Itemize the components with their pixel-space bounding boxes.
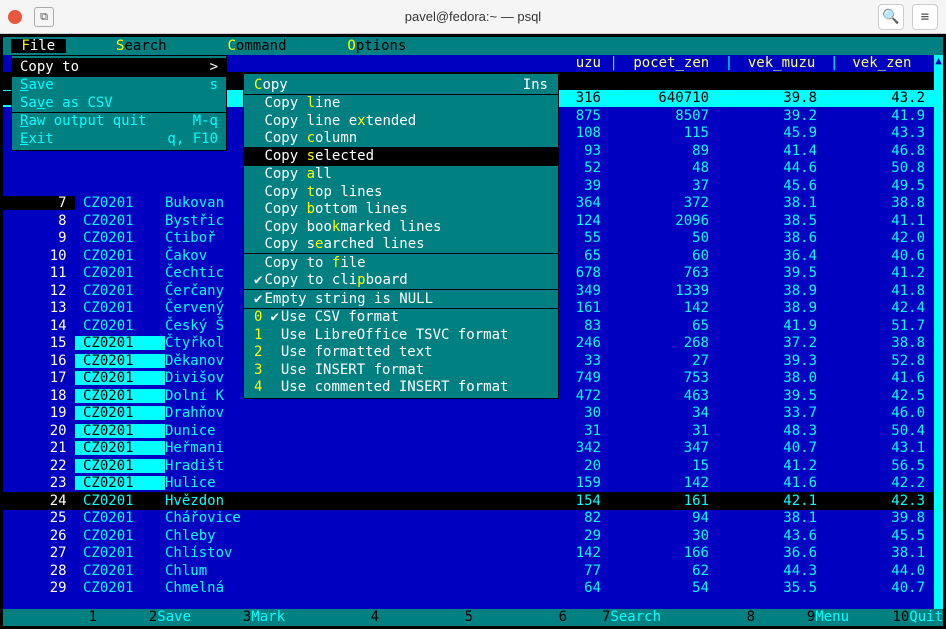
- footer: 12Save3Mark4567Search89Menu10Quit: [3, 609, 943, 627]
- hamburger-icon[interactable]: ≡: [912, 4, 938, 30]
- copy-menu-format[interactable]: 3 Use INSERT format: [244, 361, 558, 379]
- table-row[interactable]: 22 CZ0201 Hradišt 20 15 41.2 56.5: [3, 457, 943, 475]
- table-row[interactable]: 28 CZ0201 Chlum 77 62 44.3 44.0: [3, 562, 943, 580]
- terminal-area: File Search Command Options uzu | pocet_…: [0, 34, 946, 629]
- copy-menu-format[interactable]: 1 Use LibreOffice TSVC format: [244, 326, 558, 344]
- search-icon[interactable]: 🔍: [878, 4, 904, 30]
- menu-item-raw-quit[interactable]: Raw output quitM-q: [12, 113, 226, 131]
- copy-menu-item[interactable]: Copy line extended: [244, 112, 558, 130]
- footer-key-8[interactable]: 8: [661, 610, 755, 624]
- menu-item-save[interactable]: Saves: [12, 77, 226, 95]
- footer-key-3[interactable]: 3Mark: [191, 610, 285, 624]
- menu-item-save-csv[interactable]: Save as CSV: [12, 94, 226, 112]
- menu-ommand[interactable]: Command: [217, 39, 297, 53]
- copy-menu-item[interactable]: Copy searched lines: [244, 236, 558, 254]
- table-row[interactable]: 21 CZ0201 Heřmani 342 347 40.7 43.1: [3, 440, 943, 458]
- window-titlebar: ⧉ pavel@fedora:~ — psql 🔍 ≡: [0, 0, 946, 34]
- copy-submenu: CopyIns Copy line Copy line extended Cop…: [243, 73, 559, 399]
- window-title: pavel@fedora:~ — psql: [0, 9, 946, 24]
- col-header-muzu: uzu: [493, 56, 601, 70]
- copy-menu-format[interactable]: 0✔Use CSV format: [244, 309, 558, 327]
- footer-key-4[interactable]: 4: [285, 610, 379, 624]
- menubar[interactable]: File Search Command Options: [3, 37, 943, 55]
- col-header-vek-muzu: vek_muzu: [742, 56, 822, 70]
- menu-item-exit[interactable]: Exitq, F10: [12, 130, 226, 148]
- scrollbar[interactable]: ▲: [934, 55, 943, 609]
- copy-menu-item[interactable]: Copy top lines: [244, 183, 558, 201]
- table-row[interactable]: 20 CZ0201 Dunice 31 31 48.3 50.4: [3, 422, 943, 440]
- footer-key-2[interactable]: 2Save: [97, 610, 191, 624]
- footer-key-9[interactable]: 9Menu: [755, 610, 849, 624]
- copy-menu-format[interactable]: 2 Use formatted text: [244, 344, 558, 362]
- menu-ptions[interactable]: Options: [337, 39, 417, 53]
- footer-key-5[interactable]: 5: [379, 610, 473, 624]
- menu-item-copy-to[interactable]: Copy to>: [12, 58, 226, 76]
- col-header-vek-zen: vek_zen: [847, 56, 917, 70]
- menu-earch[interactable]: Search: [106, 39, 177, 53]
- copy-menu-item[interactable]: Copy line: [244, 95, 558, 113]
- copy-menu-item[interactable]: Copy bottom lines: [244, 201, 558, 219]
- table-row[interactable]: 26 CZ0201 Chleby 29 30 43.6 45.5: [3, 527, 943, 545]
- new-tab-icon[interactable]: ⧉: [34, 7, 54, 27]
- table-row[interactable]: 23 CZ0201 Hulice 159 142 41.6 42.2: [3, 475, 943, 493]
- table-row[interactable]: 29 CZ0201 Chmelná 64 54 35.5 40.7: [3, 580, 943, 598]
- footer-key-7[interactable]: 7Search: [567, 610, 661, 624]
- copy-menu-title[interactable]: CopyIns: [244, 76, 558, 94]
- close-icon[interactable]: [8, 10, 22, 24]
- scroll-up-icon[interactable]: ▲: [934, 55, 943, 66]
- copy-menu-format[interactable]: 4 Use commented INSERT format: [244, 379, 558, 397]
- menu-ile[interactable]: File: [11, 39, 66, 53]
- copy-menu-item[interactable]: Copy all: [244, 166, 558, 184]
- footer-key-6[interactable]: 6: [473, 610, 567, 624]
- copy-menu-item[interactable]: Copy to file: [244, 254, 558, 272]
- table-row[interactable]: 24 CZ0201 Hvězdon 154 161 42.1 42.3: [3, 492, 943, 510]
- copy-menu-item[interactable]: Copy bookmarked lines: [244, 218, 558, 236]
- table-row[interactable]: 19 CZ0201 Drahňov 30 34 33.7 46.0: [3, 405, 943, 423]
- copy-menu-item[interactable]: ✔Copy to clipboard: [244, 272, 558, 290]
- copy-menu-item[interactable]: Copy selected: [244, 147, 558, 165]
- footer-key-10[interactable]: 10Quit: [849, 610, 943, 624]
- table-row[interactable]: 27 CZ0201 Chlístov 142 166 36.6 38.1: [3, 545, 943, 563]
- footer-key-1[interactable]: 1: [3, 610, 97, 624]
- file-menu: Copy to> Saves Save as CSV Raw output qu…: [11, 55, 227, 151]
- table-row[interactable]: 25 CZ0201 Chářovice 82 94 38.1 39.8: [3, 510, 943, 528]
- copy-menu-item[interactable]: ✔Empty string is NULL: [244, 290, 558, 308]
- col-header-pocet-zen: pocet_zen: [626, 56, 716, 70]
- copy-menu-item[interactable]: Copy column: [244, 130, 558, 148]
